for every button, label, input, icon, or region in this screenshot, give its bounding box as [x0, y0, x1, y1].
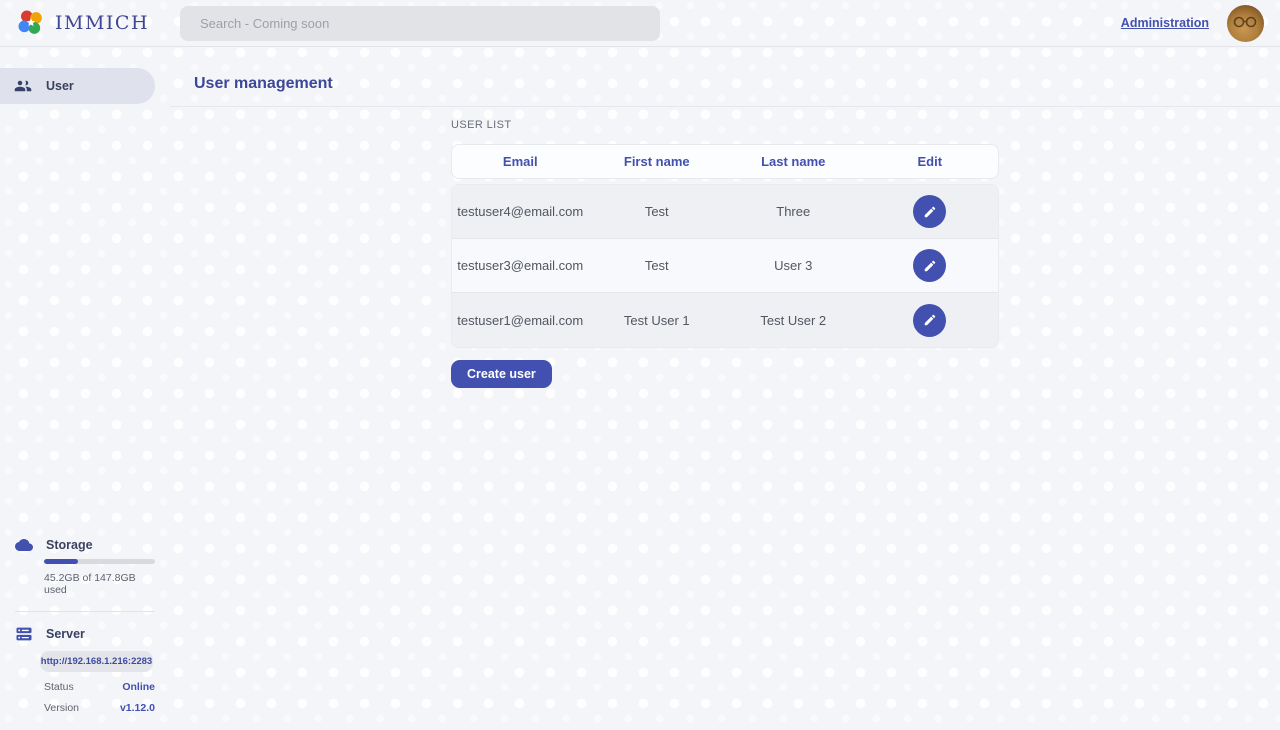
edit-user-button[interactable]: [913, 195, 946, 228]
main-content: User management USER LIST Email First na…: [170, 47, 1280, 730]
top-bar: IMMICH Administration: [0, 0, 1280, 47]
storage-progress-fill: [44, 559, 78, 564]
first-name-cell: Test: [589, 204, 726, 219]
cloud-icon: [15, 536, 33, 554]
last-name-cell: Three: [725, 204, 862, 219]
user-table-header: Email First name Last name Edit: [451, 144, 999, 179]
server-status-row: Status Online: [44, 681, 155, 693]
email-cell: testuser4@email.com: [452, 204, 589, 219]
sidebar: User Storage 45.2GB of 147.8GB used: [0, 47, 170, 730]
email-cell: testuser1@email.com: [452, 313, 589, 328]
edit-user-button[interactable]: [913, 304, 946, 337]
user-list-panel: USER LIST Email First name Last name Edi…: [451, 119, 999, 388]
administration-link[interactable]: Administration: [1121, 16, 1209, 30]
glasses-icon: [1232, 16, 1259, 28]
status-label: Status: [44, 681, 74, 693]
search-bar[interactable]: [180, 6, 660, 41]
pencil-icon: [923, 313, 937, 327]
last-name-cell: Test User 2: [725, 313, 862, 328]
storage-title: Storage: [46, 538, 93, 552]
user-table-rows: testuser4@email.com Test Three testuser3…: [451, 184, 999, 348]
create-user-button[interactable]: Create user: [451, 360, 552, 388]
edit-cell: [862, 304, 999, 337]
version-label: Version: [44, 702, 79, 714]
column-header-edit: Edit: [862, 154, 999, 169]
user-avatar[interactable]: [1227, 5, 1264, 42]
email-cell: testuser3@email.com: [452, 258, 589, 273]
storage-progress-bar: [44, 559, 155, 564]
status-value: Online: [122, 681, 155, 693]
edit-cell: [862, 195, 999, 228]
pencil-icon: [923, 205, 937, 219]
users-icon: [14, 77, 32, 95]
page-title: User management: [194, 76, 1280, 92]
first-name-cell: Test User 1: [589, 313, 726, 328]
table-row: testuser3@email.com Test User 3: [452, 239, 998, 293]
storage-section-header: Storage: [15, 536, 155, 554]
server-version-row: Version v1.12.0: [44, 702, 155, 714]
column-header-last-name: Last name: [725, 154, 862, 169]
column-header-first-name: First name: [589, 154, 726, 169]
user-list-label: USER LIST: [451, 119, 999, 131]
table-row: testuser1@email.com Test User 1 Test Use…: [452, 293, 998, 347]
server-icon: [15, 625, 33, 643]
edit-user-button[interactable]: [913, 249, 946, 282]
app-logo[interactable]: IMMICH: [16, 8, 180, 38]
edit-cell: [862, 249, 999, 282]
pencil-icon: [923, 259, 937, 273]
app-name: IMMICH: [55, 12, 149, 34]
search-input[interactable]: [200, 16, 640, 31]
first-name-cell: Test: [589, 258, 726, 273]
version-value: v1.12.0: [120, 702, 155, 714]
sidebar-bottom-panel: Storage 45.2GB of 147.8GB used: [0, 536, 170, 730]
server-title: Server: [46, 627, 85, 641]
sidebar-item-user[interactable]: User: [0, 68, 155, 104]
column-header-email: Email: [452, 154, 589, 169]
table-row: testuser4@email.com Test Three: [452, 185, 998, 239]
sidebar-item-label: User: [46, 79, 74, 93]
server-section-header: Server: [15, 625, 155, 643]
sidebar-divider: [15, 611, 155, 612]
immich-flower-icon: [16, 8, 46, 38]
storage-usage-text: 45.2GB of 147.8GB used: [44, 572, 155, 596]
title-divider: [170, 106, 1280, 107]
last-name-cell: User 3: [725, 258, 862, 273]
server-url-badge: http://192.168.1.216:2283: [40, 651, 153, 672]
